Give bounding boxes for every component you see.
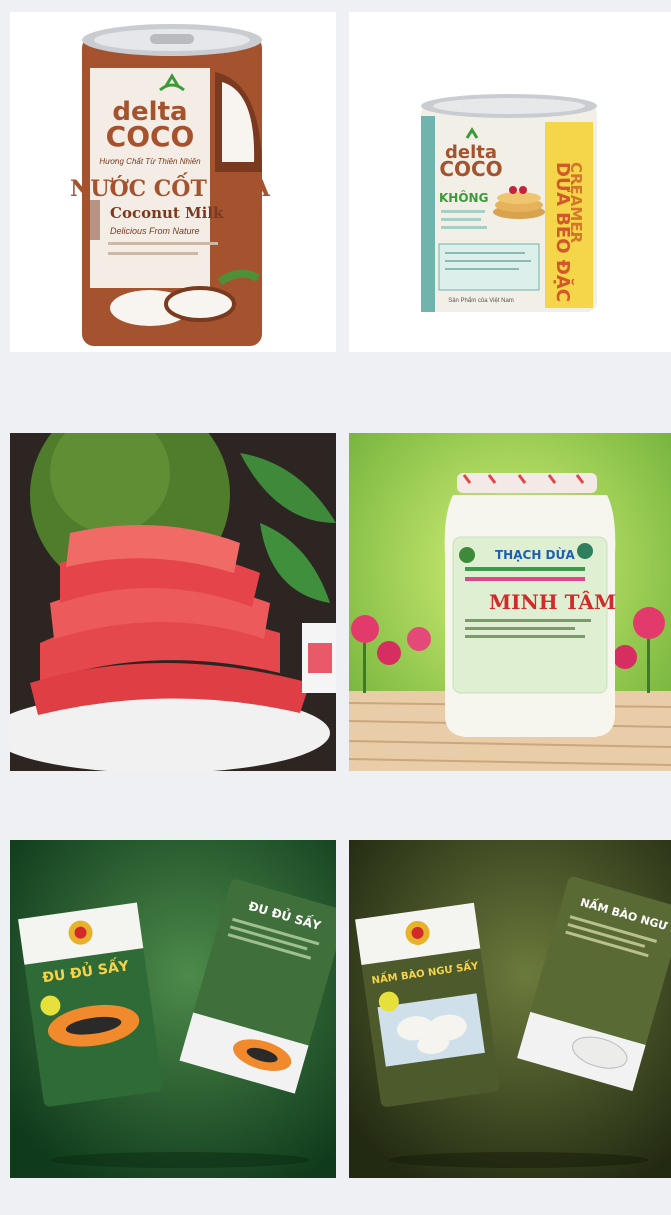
product-image-grid: delta COCO Hương Chất Từ Thiên Nhiên NƯỚ… xyxy=(0,0,671,1215)
coconut-jelly-jar-image: THẠCH DỪA MINH TÂM xyxy=(349,433,671,771)
creamer-side-text-2: DỪA BÉO ĐẶC xyxy=(552,162,574,302)
jelly-label-top: THẠCH DỪA xyxy=(495,547,576,562)
product-card-coconut-milk[interactable]: delta COCO Hương Chất Từ Thiên Nhiên NƯỚ… xyxy=(10,12,336,352)
product-card-dried-mushroom[interactable]: NẤM BÀO NGƯ SẤY NẤM BÀO NGƯ SẤY xyxy=(349,840,671,1178)
dried-mushroom-package-image: NẤM BÀO NGƯ SẤY NẤM BÀO NGƯ SẤY xyxy=(349,840,671,1178)
dried-papaya-package-image: ĐU ĐỦ SẤY ĐU ĐỦ SẤY xyxy=(10,840,336,1178)
creamer-brand-bottom: COCO xyxy=(439,157,502,181)
coconut-creamer-can-image: CREAMER DỪA BÉO ĐẶC delta COCO KHÔNG Sản… xyxy=(349,12,671,352)
product-subtitle: Coconut Milk xyxy=(110,204,224,222)
product-card-dried-papaya[interactable]: ĐU ĐỦ SẤY ĐU ĐỦ SẤY xyxy=(10,840,336,1178)
creamer-khong-text: KHÔNG xyxy=(439,190,488,205)
pomelo-image xyxy=(10,433,336,771)
coconut-milk-can-image: delta COCO Hương Chất Từ Thiên Nhiên NƯỚ… xyxy=(10,12,336,352)
product-card-pomelo[interactable] xyxy=(10,433,336,771)
tagline-text: Hương Chất Từ Thiên Nhiên xyxy=(99,157,201,166)
creamer-footer-text: Sản Phẩm của Việt Nam xyxy=(448,297,514,304)
product-card-coconut-jelly[interactable]: THẠCH DỪA MINH TÂM xyxy=(349,433,671,771)
brand-bottom-text: COCO xyxy=(106,120,195,153)
product-subtitle-2: Delicious From Nature xyxy=(110,226,200,236)
product-card-coconut-creamer[interactable]: CREAMER DỪA BÉO ĐẶC delta COCO KHÔNG Sản… xyxy=(349,12,671,352)
product-title: NƯỚC CỐT DỪA xyxy=(70,172,271,202)
jelly-label-main: MINH TÂM xyxy=(489,590,616,614)
